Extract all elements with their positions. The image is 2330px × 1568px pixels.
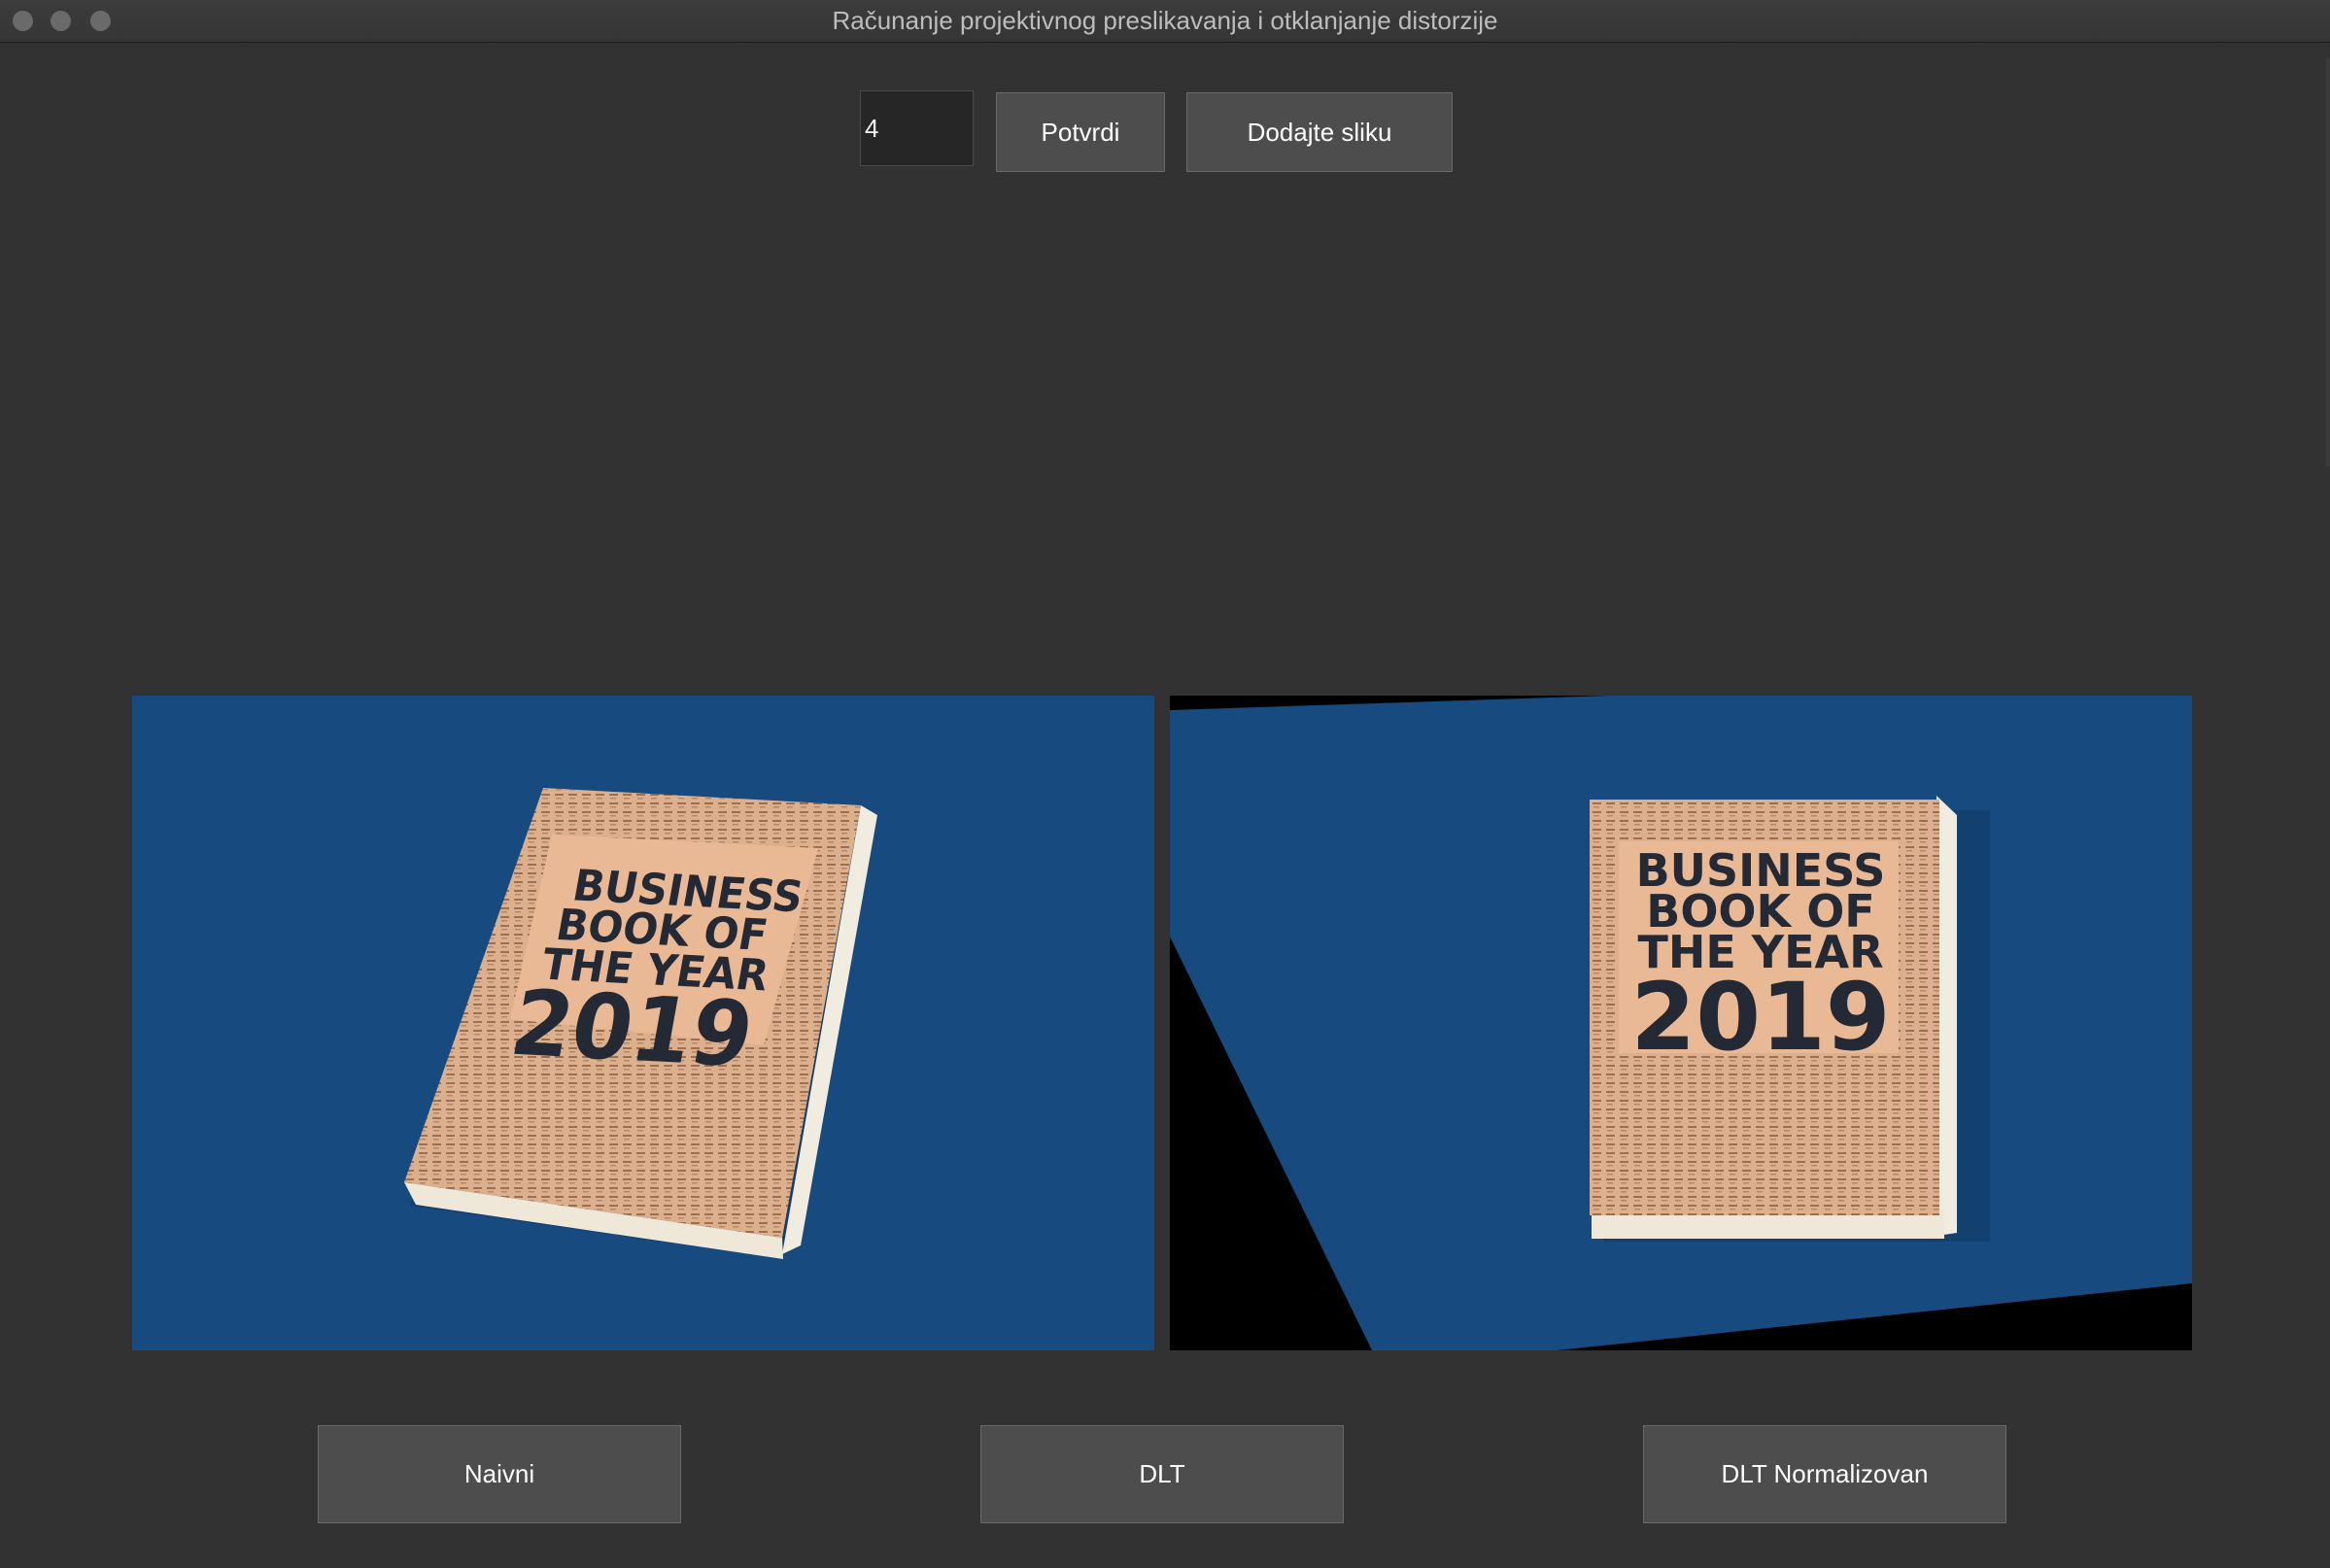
- book-pages-side: [1936, 796, 1957, 1236]
- book-title-year: 2019: [503, 971, 761, 1087]
- points-count-input[interactable]: [860, 90, 974, 166]
- original-image-canvas: BUSINESS BOOK OF THE YEAR 2019: [132, 696, 1154, 1350]
- confirm-button[interactable]: Potvrdi: [996, 92, 1165, 172]
- window-edge-scrollbar: [2326, 58, 2330, 466]
- original-image[interactable]: BUSINESS BOOK OF THE YEAR 2019: [132, 696, 1154, 1350]
- dlt-method-button[interactable]: DLT: [980, 1425, 1344, 1523]
- window-titlebar: Računanje projektivnog preslikavanja i o…: [0, 0, 2330, 43]
- add-image-button[interactable]: Dodajte sliku: [1186, 92, 1453, 172]
- rectified-image-canvas: BUSINESS BOOK OF THE YEAR 2019: [1170, 696, 2192, 1350]
- book-title-year: 2019: [1630, 963, 1890, 1072]
- dlt-normalized-method-button[interactable]: DLT Normalizovan: [1643, 1425, 2006, 1523]
- window-title: Računanje projektivnog preslikavanja i o…: [832, 6, 1498, 35]
- naive-method-button[interactable]: Naivni: [318, 1425, 681, 1523]
- rectified-image[interactable]: BUSINESS BOOK OF THE YEAR 2019: [1170, 696, 2192, 1350]
